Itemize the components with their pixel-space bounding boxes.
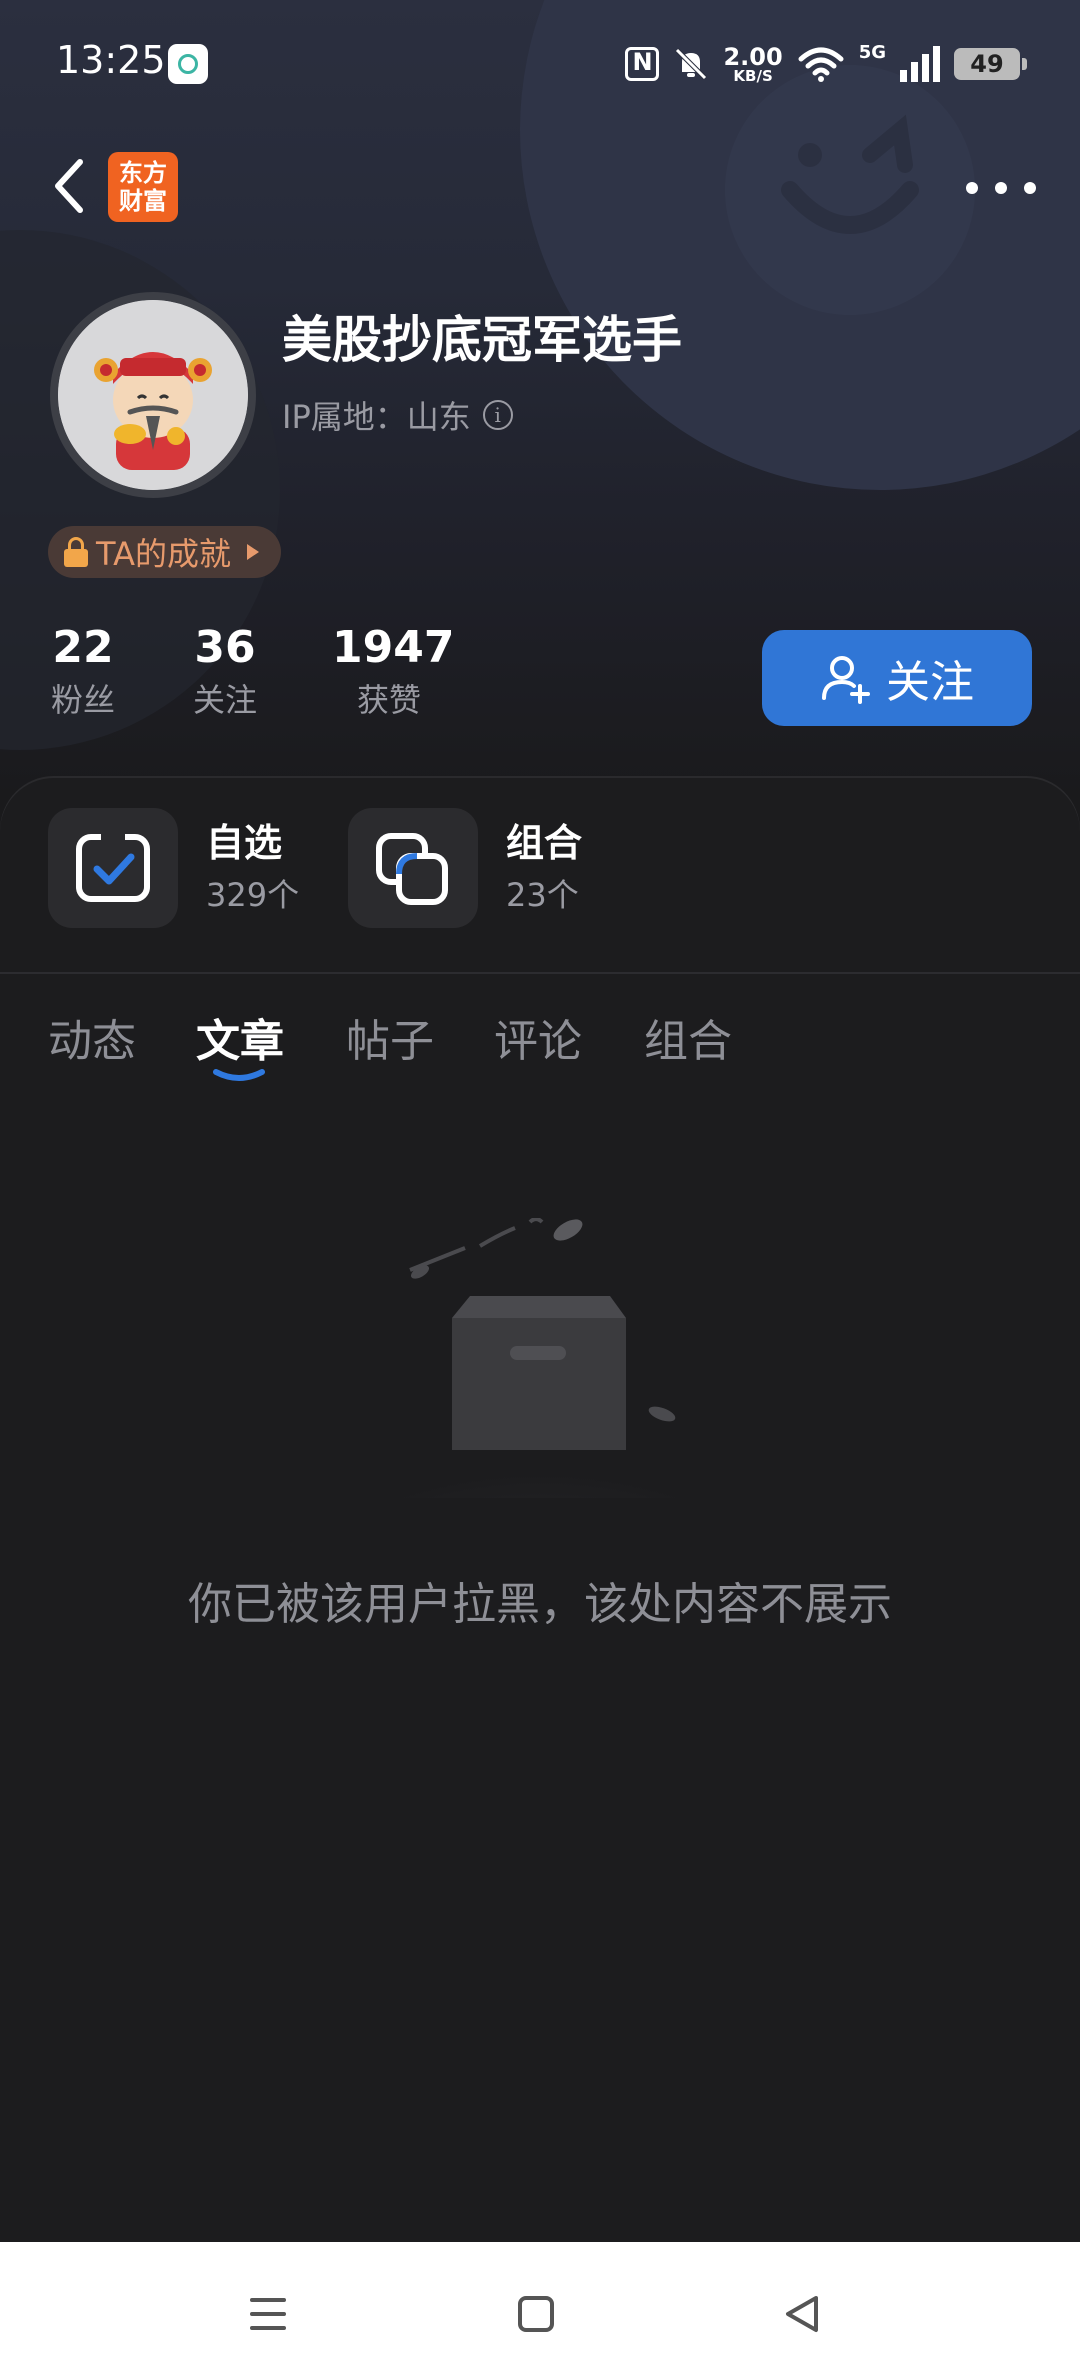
- dot-icon: [995, 182, 1007, 194]
- carrier-app-icon: [168, 44, 208, 84]
- blocked-message: 你已被该用户拉黑，该处内容不展示: [188, 1579, 892, 1630]
- watchlist-count: 329个: [206, 876, 300, 914]
- system-navigation-bar: [0, 2242, 1080, 2376]
- eastmoney-logo: 东方 财富: [108, 152, 178, 222]
- stat-following[interactable]: 36 关注: [190, 620, 260, 724]
- checkbox-icon: [76, 833, 150, 902]
- menu-icon[interactable]: [238, 2284, 298, 2344]
- tab-activity[interactable]: 动态: [48, 998, 136, 1086]
- follow-button[interactable]: 关注: [762, 630, 1032, 726]
- portfolio-icon-tile: [348, 808, 478, 928]
- more-options-button[interactable]: [966, 168, 1036, 208]
- cell-signal-icon: [900, 46, 940, 82]
- network-type: 5G: [858, 42, 886, 63]
- back-triangle-icon[interactable]: [772, 2284, 832, 2344]
- ip-location: IP属地：山东 i: [282, 392, 513, 438]
- dot-icon: [1024, 182, 1036, 194]
- fortune-god-avatar-image: [58, 300, 248, 490]
- achievement-button[interactable]: TA的成就: [48, 526, 281, 578]
- watchlist-title: 自选: [206, 821, 283, 865]
- wifi-icon: [798, 47, 844, 82]
- nfc-icon: [625, 47, 660, 81]
- add-user-icon: [822, 656, 870, 704]
- avatar[interactable]: [50, 292, 256, 498]
- network-speed: 2.00 KB/S: [723, 42, 783, 85]
- lock-icon: [64, 537, 88, 567]
- play-triangle-icon: [246, 544, 259, 560]
- content-tabs: 动态 文章 帖子 评论 组合: [0, 998, 1080, 1108]
- portfolio-title: 组合: [506, 821, 583, 865]
- follow-label: 关注: [886, 657, 974, 708]
- status-bar: 13:25 2.00 KB/S 5G 49: [0, 0, 1080, 130]
- stat-fans[interactable]: 22 粉丝: [48, 620, 118, 724]
- info-icon[interactable]: i: [482, 400, 513, 430]
- achievement-label: TA的成就: [96, 535, 231, 573]
- empty-box-illustration: [310, 1218, 770, 1498]
- battery-indicator: 49: [954, 48, 1027, 80]
- watchlist-icon-tile: [48, 808, 178, 928]
- home-square-icon[interactable]: [506, 2284, 566, 2344]
- status-time: 13:25: [56, 38, 166, 82]
- content-card: 自选 329个 组合 23个 动态 文章 帖子 评论 组合 你已被该用户拉黑，该…: [0, 778, 1080, 2242]
- watchlist-link[interactable]: 自选 329个: [48, 808, 299, 928]
- tab-portfolios[interactable]: 组合: [644, 998, 732, 1086]
- tab-comments[interactable]: 评论: [494, 998, 582, 1086]
- ip-location-text: IP属地：山东: [282, 398, 471, 436]
- status-icons: 2.00 KB/S 5G 49: [625, 36, 1027, 92]
- stat-likes[interactable]: 1947 获赞: [332, 620, 454, 724]
- divider: [0, 972, 1080, 974]
- mute-bell-icon: [675, 48, 708, 80]
- back-arrow-icon[interactable]: [44, 150, 96, 222]
- active-tab-indicator: [213, 1069, 265, 1081]
- username: 美股抄底冠军选手: [282, 311, 682, 369]
- portfolio-link[interactable]: 组合 23个: [348, 808, 582, 928]
- portfolio-count: 23个: [506, 876, 579, 914]
- tab-posts[interactable]: 帖子: [346, 998, 434, 1086]
- layers-icon: [376, 833, 448, 905]
- dot-icon: [966, 182, 978, 194]
